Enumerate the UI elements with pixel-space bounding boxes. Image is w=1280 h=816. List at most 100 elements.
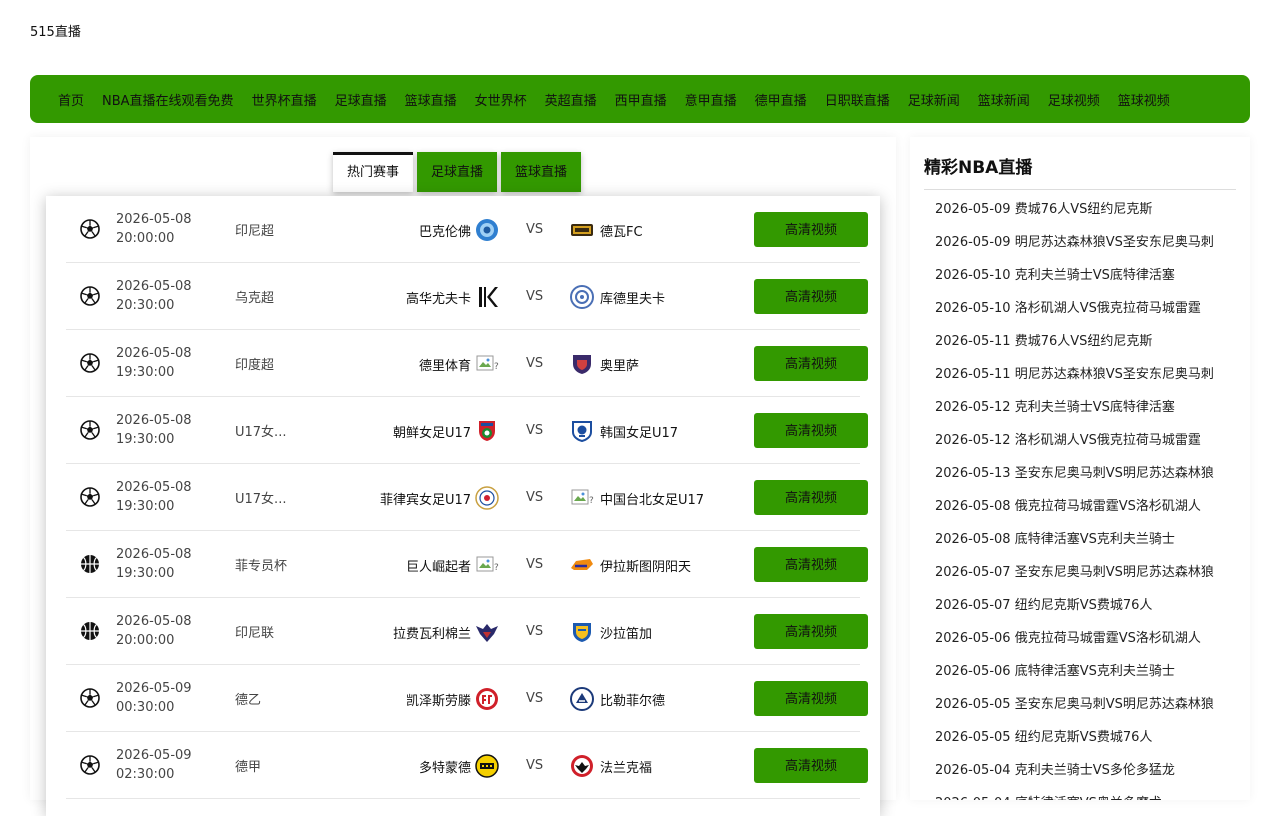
away-team-name: 比勒菲尔德 [600, 693, 666, 709]
away-team-name: 库德里夫卡 [600, 291, 666, 307]
k-monogram-icon [471, 285, 499, 309]
nav-item[interactable]: 篮球直播 [405, 90, 457, 109]
vs-label: VS [526, 758, 544, 773]
sidebar-match-link[interactable]: 2026-05-11 明尼苏达森林狼VS圣安东尼奥马刺 [935, 364, 1225, 397]
away-team[interactable]: 比勒菲尔德 [570, 687, 665, 711]
sidebar-match-title: 底特律活塞VS奥兰多魔术 [1015, 796, 1162, 800]
site-title[interactable]: 515直播 [30, 21, 81, 40]
nba-sidebar: 精彩NBA直播 2026-05-09 费城76人VS纽约尼克斯 2026-05-0… [910, 137, 1250, 800]
nav-item[interactable]: 意甲直播 [685, 90, 737, 109]
purple-shield-icon [570, 352, 600, 376]
sidebar-match-link[interactable]: 2026-05-04 底特律活塞VS奥兰多魔术 [935, 793, 1225, 800]
nav-item[interactable]: 女世界杯 [475, 90, 527, 109]
nav-item[interactable]: 篮球视频 [1118, 90, 1170, 109]
away-team[interactable]: 奥里萨 [570, 352, 639, 376]
away-team[interactable]: 伊拉斯图阴阳天 [570, 553, 691, 577]
hd-video-button[interactable]: 高清视频 [754, 413, 868, 448]
home-team[interactable]: 巨人崛起者? [406, 553, 499, 577]
away-team[interactable]: 韩国女足U17 [570, 419, 678, 443]
sidebar-match-title: 底特律活塞VS克利夫兰骑士 [1014, 532, 1175, 547]
match-time: 02:30:00 [116, 767, 175, 782]
match-date: 2026-05-08 [116, 413, 192, 428]
sidebar-match-link[interactable]: 2026-05-13 圣安东尼奥马刺VS明尼苏达森林狼 [935, 463, 1225, 496]
nav-item[interactable]: 篮球新闻 [978, 90, 1030, 109]
football-icon [80, 487, 100, 507]
home-team-name: 菲律宾女足U17 [379, 492, 471, 508]
away-team[interactable]: 法兰克福 [570, 754, 652, 778]
nav-item[interactable]: 英超直播 [545, 90, 597, 109]
nav-item[interactable]: 足球直播 [335, 90, 387, 109]
hd-video-button[interactable]: 高清视频 [754, 614, 868, 649]
home-team[interactable]: 多特蒙德 [419, 754, 499, 778]
nav-item[interactable]: NBA直播在线观看免费 [102, 90, 234, 109]
sidebar-match-link[interactable]: 2026-05-10 洛杉矶湖人VS俄克拉荷马城雷霆 [935, 298, 1225, 331]
hd-video-button[interactable]: 高清视频 [754, 681, 868, 716]
away-team[interactable]: ? 中国台北女足U17 [570, 486, 704, 510]
match-time: 20:00:00 [116, 633, 175, 648]
nav-item[interactable]: 首页 [58, 90, 84, 109]
sidebar-match-link[interactable]: 2026-05-11 费城76人VS纽约尼克斯 [935, 331, 1225, 364]
football-icon [80, 286, 100, 306]
away-team[interactable]: 库德里夫卡 [570, 285, 665, 309]
tab-basketball-live[interactable]: 篮球直播 [501, 152, 582, 192]
hd-video-button[interactable]: 高清视频 [754, 212, 868, 247]
round-seal-icon [471, 486, 499, 510]
sidebar-match-date: 2026-05-08 [935, 532, 1011, 547]
match-row: 2026-05-08 19:30:00 U17女... 朝鲜女足U17 VS 韩国女足U1… [66, 397, 868, 464]
home-team[interactable]: 拉费瓦利棉兰 [393, 620, 499, 644]
match-row: 2026-05-08 20:00:00 印尼联 拉费瓦利棉兰 VS 沙拉笛加 高清视频 [66, 598, 868, 665]
home-team[interactable]: 高华尤夫卡 [406, 285, 499, 309]
sidebar-match-link[interactable]: 2026-05-06 俄克拉荷马城雷霆VS洛杉矶湖人 [935, 628, 1225, 661]
nav-item[interactable]: 世界杯直播 [252, 90, 317, 109]
match-row: 2026-05-09 02:30:00 德甲 多特蒙德 VS 法兰克福 高清视频 [66, 732, 868, 799]
nav-item[interactable]: 西甲直播 [615, 90, 667, 109]
home-team[interactable]: 巴克伦佛 [419, 218, 499, 242]
football-icon [80, 219, 100, 239]
sidebar-match-link[interactable]: 2026-05-12 克利夫兰骑士VS底特律活塞 [935, 397, 1225, 430]
svg-text:?: ? [494, 563, 499, 573]
sidebar-match-link[interactable]: 2026-05-09 明尼苏达森林狼VS圣安东尼奥马刺 [935, 232, 1225, 265]
sidebar-match-link[interactable]: 2026-05-10 克利夫兰骑士VS底特律活塞 [935, 265, 1225, 298]
sidebar-match-date: 2026-05-06 [935, 631, 1011, 646]
nav-item[interactable]: 德甲直播 [755, 90, 807, 109]
sidebar-match-link[interactable]: 2026-05-12 洛杉矶湖人VS俄克拉荷马城雷霆 [935, 430, 1225, 463]
sidebar-match-link[interactable]: 2026-05-09 费城76人VS纽约尼克斯 [935, 199, 1225, 232]
hd-video-button[interactable]: 高清视频 [754, 480, 868, 515]
match-row: 2026-05-08 19:30:00 印度超 德里体育? VS 奥里萨 高清视频 [66, 330, 868, 397]
blue-tiger-crest-icon [570, 419, 600, 443]
sidebar-match-link[interactable]: 2026-05-07 纽约尼克斯VS费城76人 [935, 595, 1225, 628]
nav-item[interactable]: 足球新闻 [908, 90, 960, 109]
hd-video-button[interactable]: 高清视频 [754, 547, 868, 582]
sidebar-match-link[interactable]: 2026-05-08 俄克拉荷马城雷霆VS洛杉矶湖人 [935, 496, 1225, 529]
nav-item[interactable]: 日职联直播 [825, 90, 890, 109]
tab-football-live[interactable]: 足球直播 [417, 152, 498, 192]
broken-image-icon: ? [570, 486, 600, 510]
sidebar-match-link[interactable]: 2026-05-05 圣安东尼奥马刺VS明尼苏达森林狼 [935, 694, 1225, 727]
match-datetime: 2026-05-08 20:00:00 [116, 210, 216, 248]
hd-video-button[interactable]: 高清视频 [754, 279, 868, 314]
sidebar-match-date: 2026-05-10 [935, 301, 1011, 316]
home-team[interactable]: 朝鲜女足U17 [393, 419, 499, 443]
sidebar-match-title: 俄克拉荷马城雷霆VS洛杉矶湖人 [1014, 499, 1201, 514]
sidebar-match-title: 克利夫兰骑士VS多伦多猛龙 [1014, 763, 1175, 778]
vs-label: VS [526, 222, 544, 237]
sidebar-match-link[interactable]: 2026-05-07 圣安东尼奥马刺VS明尼苏达森林狼 [935, 562, 1225, 595]
match-row: 2026-05-08 20:00:00 印尼超 巴克伦佛 VS 德瓦FC 高清视频 [66, 196, 868, 263]
away-team[interactable]: 德瓦FC [570, 218, 643, 242]
hd-video-button[interactable]: 高清视频 [754, 346, 868, 381]
match-league: 菲专员杯 [235, 559, 288, 574]
match-time: 20:30:00 [116, 298, 175, 313]
home-team[interactable]: 德里体育? [419, 352, 499, 376]
home-team[interactable]: 凯泽斯劳滕 [406, 687, 499, 711]
tab-hot-matches[interactable]: 热门赛事 [333, 152, 414, 192]
sidebar-match-link[interactable]: 2026-05-08 底特律活塞VS克利夫兰骑士 [935, 529, 1225, 562]
home-team[interactable]: 菲律宾女足U17 [380, 486, 499, 510]
hd-video-button[interactable]: 高清视频 [754, 748, 868, 783]
sidebar-match-link[interactable]: 2026-05-06 底特律活塞VS克利夫兰骑士 [935, 661, 1225, 694]
away-team[interactable]: 沙拉笛加 [570, 620, 652, 644]
match-league: 乌克超 [235, 291, 275, 306]
nav-item[interactable]: 足球视频 [1048, 90, 1100, 109]
sidebar-match-link[interactable]: 2026-05-04 克利夫兰骑士VS多伦多猛龙 [935, 760, 1225, 793]
match-league: 印度超 [235, 358, 275, 373]
sidebar-match-link[interactable]: 2026-05-05 纽约尼克斯VS费城76人 [935, 727, 1225, 760]
